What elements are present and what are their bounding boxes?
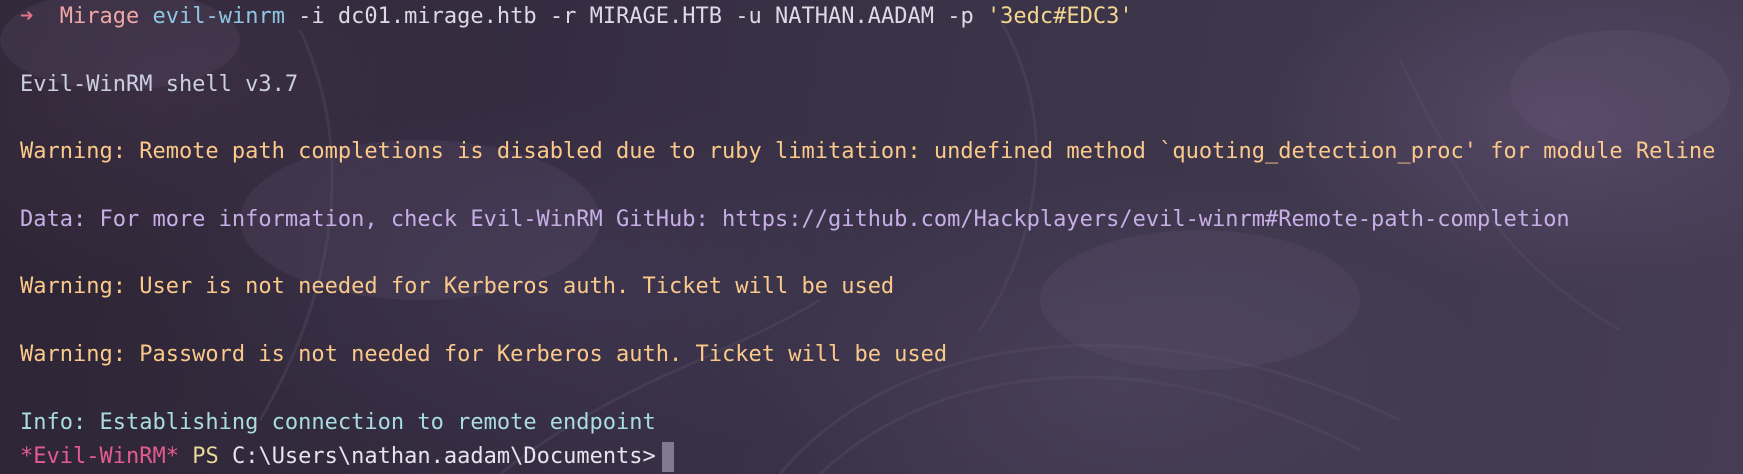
command-line: ➜ Mirage evil-winrm -i dc01.mirage.htb -… [20,2,1133,32]
shell-prompt-path: C:\Users\nathan.aadam\Documents> [231,444,656,469]
warning-completion-line: Warning: Remote path completions is disa… [20,139,1716,164]
command-name: evil-winrm [152,4,285,29]
info-connect-line: Info: Establishing connection to remote … [20,410,656,435]
banner-line: Evil-WinRM shell v3.7 [20,72,299,97]
text-cursor[interactable] [661,442,674,472]
shell-prompt-ps: PS [192,444,219,469]
prompt-arrow-icon: ➜ [20,4,34,29]
data-info-line: Data: For more information, check Evil-W… [20,207,1570,232]
prompt-directory-text: Mirage [59,4,140,29]
command-args: -i dc01.mirage.htb -r MIRAGE.HTB -u NATH… [284,4,987,29]
warning-user-line: Warning: User is not needed for Kerberos… [20,274,895,299]
shell-prompt-name: *Evil-WinRM* [20,444,179,469]
terminal-output[interactable]: ➜ Mirage evil-winrm -i dc01.mirage.htb -… [20,0,1743,474]
prompt-directory: Mirage [33,4,139,29]
shell-prompt-line[interactable]: *Evil-WinRM* PS C:\Users\nathan.aadam\Do… [20,442,674,472]
warning-password-line: Warning: Password is not needed for Kerb… [20,342,948,367]
command-password-arg: '3edc#EDC3' [986,4,1133,29]
